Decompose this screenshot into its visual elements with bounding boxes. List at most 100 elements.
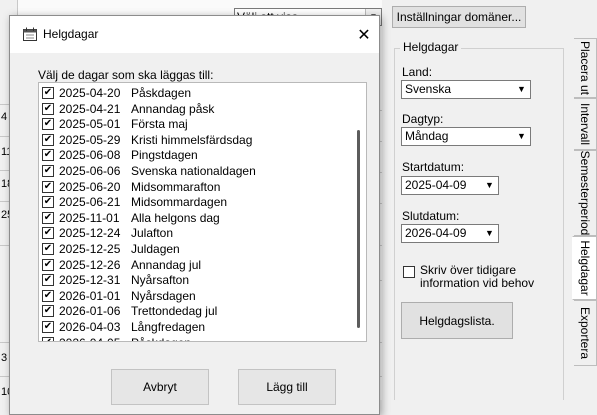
holiday-checklist[interactable]: ✔ 2025-04-20 Påskdagen ✔ 2025-04-21 Annandag … (38, 82, 367, 342)
list-item[interactable]: ✔ 2025-06-20 Midsommarafton (42, 179, 220, 195)
list-item[interactable]: ✔ 2025-05-29 Kristi himmelsfärdsdag (42, 132, 252, 148)
holiday-checkbox[interactable]: ✔ (42, 102, 54, 115)
end-date-value: 2026-04-09 (405, 226, 467, 240)
tab-semesterperiod[interactable]: Semesterperiod (574, 150, 597, 236)
holiday-checkbox[interactable]: ✔ (42, 305, 54, 318)
holiday-checkbox[interactable]: ✔ (42, 243, 54, 255)
holiday-checkbox[interactable]: ✔ (42, 196, 54, 209)
holiday-name: Juldagen (131, 242, 180, 256)
holiday-checkbox[interactable]: ✔ (42, 87, 54, 99)
holiday-name: Påskdagen (131, 336, 191, 341)
chevron-down-icon: ▼ (517, 84, 526, 94)
start-date-picker[interactable]: 2025-04-09 ▼ (401, 176, 499, 195)
holiday-date: 2025-06-08 (59, 148, 121, 163)
list-item[interactable]: ✔ 2025-04-21 Annandag påsk (42, 101, 214, 117)
holiday-date: 2025-05-01 (59, 117, 121, 132)
tab-label: Semesterperiod (578, 150, 592, 236)
holiday-list-button[interactable]: Helgdagslista. (401, 302, 513, 339)
row-number: 4 (1, 111, 8, 123)
close-icon[interactable]: ✕ (349, 16, 379, 53)
tab-label: Helgdagar (577, 240, 592, 296)
list-item[interactable]: ✔ 2025-11-01 Alla helgons dag (42, 210, 220, 226)
tab-exportera[interactable]: Exportera (574, 300, 597, 366)
holiday-name: Första maj (131, 117, 188, 132)
scrollbar-thumb[interactable] (357, 130, 360, 328)
list-item[interactable]: ✔ 2025-06-08 Pingstdagen (42, 147, 198, 163)
tab-label: Placera ut (578, 40, 592, 96)
list-item[interactable]: ✔ 2026-04-03 Långfredagen (42, 319, 205, 335)
daytype-label: Dagtyp: (402, 112, 444, 126)
overwrite-checkbox[interactable] (403, 266, 415, 278)
holiday-name: Midsommardagen (131, 195, 228, 210)
holiday-name: Trettondedag jul (131, 304, 218, 319)
holiday-date: 2025-12-26 (59, 257, 121, 272)
holiday-checkbox[interactable]: ✔ (42, 274, 54, 287)
holiday-checkbox[interactable]: ✔ (42, 211, 54, 224)
row-number: 3 (1, 352, 8, 364)
holiday-checkbox[interactable]: ✔ (42, 180, 54, 193)
end-date-picker[interactable]: 2026-04-09 ▼ (401, 224, 499, 243)
holiday-date: 2025-04-20 (59, 86, 121, 100)
tab-placera-ut[interactable]: Placera ut (574, 38, 597, 98)
holiday-name: Julafton (131, 226, 174, 241)
list-item[interactable]: ✔ 2025-05-01 Första maj (42, 116, 188, 132)
holiday-name: Alla helgons dag (131, 210, 220, 225)
holiday-name: Pingstdagen (131, 148, 198, 163)
overwrite-label-line2: information vid behov (420, 276, 535, 290)
dialog-instruction: Välj de dagar som ska läggas till: (38, 68, 214, 82)
dialog-title: Helgdagar (43, 27, 99, 41)
holiday-name: Nyårsdagen (131, 288, 196, 303)
holiday-date: 2025-06-21 (59, 195, 121, 210)
holiday-name: Midsommarafton (131, 179, 221, 194)
holiday-date: 2025-05-29 (59, 132, 121, 147)
holiday-checkbox[interactable]: ✔ (42, 165, 54, 177)
country-label: Land: (402, 65, 433, 79)
holiday-date: 2025-12-24 (59, 226, 121, 241)
holiday-date: 2025-11-01 (59, 210, 120, 225)
holiday-checkbox[interactable]: ✔ (42, 321, 54, 333)
holiday-checkbox[interactable]: ✔ (42, 149, 54, 162)
holiday-checkbox[interactable]: ✔ (42, 289, 54, 302)
holidays-group-title: Helgdagar (400, 40, 462, 54)
holiday-date: 2025-06-20 (59, 179, 121, 194)
list-item[interactable]: ✔ 2025-04-20 Påskdagen (42, 85, 191, 101)
tab-intervall[interactable]: Intervall (574, 98, 597, 150)
end-date-label: Slutdatum: (402, 209, 460, 223)
holiday-name: Annandag påsk (131, 101, 215, 116)
list-item[interactable]: ✔ 2026-04-05Påskdagen (42, 335, 191, 341)
list-item[interactable]: ✔ 2026-01-01 Nyårsdagen (42, 288, 196, 304)
daytype-select[interactable]: Måndag ▼ (401, 127, 531, 146)
start-date-value: 2025-04-09 (405, 178, 467, 192)
start-date-label: Startdatum: (402, 160, 465, 174)
overwrite-label: Skriv över tidigare information vid beho… (420, 264, 534, 290)
chevron-down-icon: ▼ (485, 228, 494, 238)
tab-helgdagar[interactable]: Helgdagar (572, 236, 597, 300)
list-item[interactable]: ✔ 2025-12-26 Annandag jul (42, 257, 201, 273)
holiday-date: 2025-12-25 (59, 242, 121, 256)
holiday-checkbox[interactable]: ✔ (42, 133, 54, 146)
holiday-name: Kristi himmelsfärdsdag (131, 132, 253, 147)
holiday-name: Långfredagen (131, 320, 206, 334)
daytype-value: Måndag (405, 129, 449, 143)
holiday-date: 2025-06-06 (59, 164, 121, 178)
list-item[interactable]: ✔ 2025-12-24 Julafton (42, 225, 173, 241)
list-item[interactable]: ✔ 2025-12-31 Nyårsafton (42, 272, 189, 288)
holiday-name: Svenska nationaldagen (131, 164, 256, 178)
country-select[interactable]: Svenska ▼ (401, 80, 531, 99)
list-item[interactable]: ✔ 2025-06-21 Midsommardagen (42, 194, 227, 210)
holiday-checkbox[interactable]: ✔ (42, 227, 54, 240)
list-item[interactable]: ✔ 2026-01-06 Trettondedag jul (42, 303, 217, 319)
dialog-titlebar[interactable]: Helgdagar ✕ (10, 16, 379, 53)
tab-label: Intervall (578, 102, 592, 146)
list-item[interactable]: ✔ 2025-06-06 Svenska nationaldagen (42, 163, 256, 179)
holidays-dialog: Helgdagar ✕ Välj de dagar som ska läggas… (9, 15, 380, 415)
tab-label: Exportera (578, 306, 592, 360)
chevron-down-icon: ▼ (485, 180, 494, 190)
holiday-date: 2026-04-03 (59, 320, 121, 334)
domain-settings-button[interactable]: Inställningar domäner... (392, 6, 526, 28)
holiday-checkbox[interactable]: ✔ (42, 118, 54, 131)
holiday-date: 2026-01-06 (59, 304, 121, 319)
holiday-checkbox[interactable]: ✔ (42, 258, 54, 271)
list-item[interactable]: ✔ 2025-12-25 Juldagen (42, 241, 180, 257)
holiday-checkbox[interactable]: ✔ (42, 336, 54, 341)
